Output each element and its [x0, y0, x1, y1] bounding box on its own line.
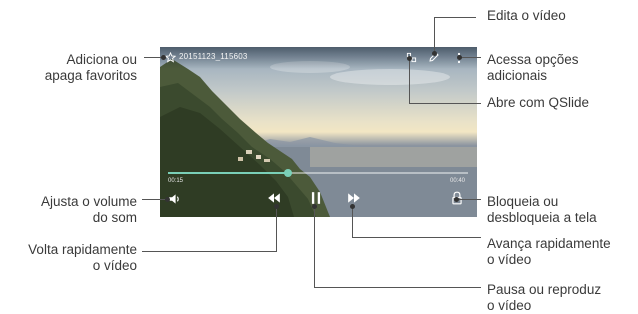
callout-dot	[407, 56, 412, 61]
video-player-screen: 20151123_115603 00:15 00:40	[160, 47, 477, 217]
leader-qslide	[409, 58, 410, 103]
leader-fast-forward-horizontal	[352, 237, 481, 238]
callout-dot	[457, 55, 462, 60]
callout-dot	[454, 197, 459, 202]
seek-bar-thumb[interactable]	[284, 169, 292, 177]
leader-more	[459, 57, 481, 58]
leader-lock	[456, 199, 481, 200]
leader-qslide-horizontal	[409, 103, 481, 104]
leader-rewind	[142, 251, 277, 252]
callout-lock: Bloqueia ou desbloqueia a tela	[487, 194, 597, 225]
rewind-icon[interactable]	[267, 192, 281, 204]
callout-more: Acessa opções adicionais	[487, 52, 579, 83]
leader-rewind-vertical	[276, 206, 277, 252]
callout-favorites: Adiciona ou apaga favoritos	[44, 52, 137, 83]
seek-bar-fill	[168, 172, 288, 174]
video-filename: 20151123_115603	[179, 52, 248, 61]
callout-dot	[161, 55, 166, 60]
callout-dot	[274, 204, 279, 209]
leader-edit-horizontal	[434, 17, 476, 18]
time-elapsed: 00:15	[168, 178, 184, 184]
leader-edit	[434, 17, 435, 53]
callout-fast-forward: Avança rapidamente o vídeo	[487, 236, 611, 267]
callout-dot	[165, 197, 170, 202]
leader-pause-horizontal	[314, 287, 481, 288]
pause-icon[interactable]	[310, 191, 322, 205]
volume-icon[interactable]	[168, 193, 182, 205]
callout-edit: Edita o vídeo	[487, 8, 566, 23]
fast-forward-icon[interactable]	[347, 192, 361, 204]
time-total: 00:40	[450, 178, 466, 184]
leader-fast-forward	[352, 206, 353, 237]
callout-qslide: Abre com QSlide	[487, 95, 590, 110]
callout-pause: Pausa ou reproduz o vídeo	[487, 282, 602, 313]
callout-volume: Ajusta o volume do som	[40, 194, 137, 225]
callout-dot	[350, 204, 355, 209]
star-icon[interactable]	[165, 52, 176, 63]
seek-bar[interactable]	[168, 169, 468, 177]
callout-rewind: Volta rapidamente o vídeo	[28, 242, 137, 273]
callout-dot	[312, 204, 317, 209]
callout-dot	[432, 51, 437, 56]
leader-pause	[314, 206, 315, 287]
